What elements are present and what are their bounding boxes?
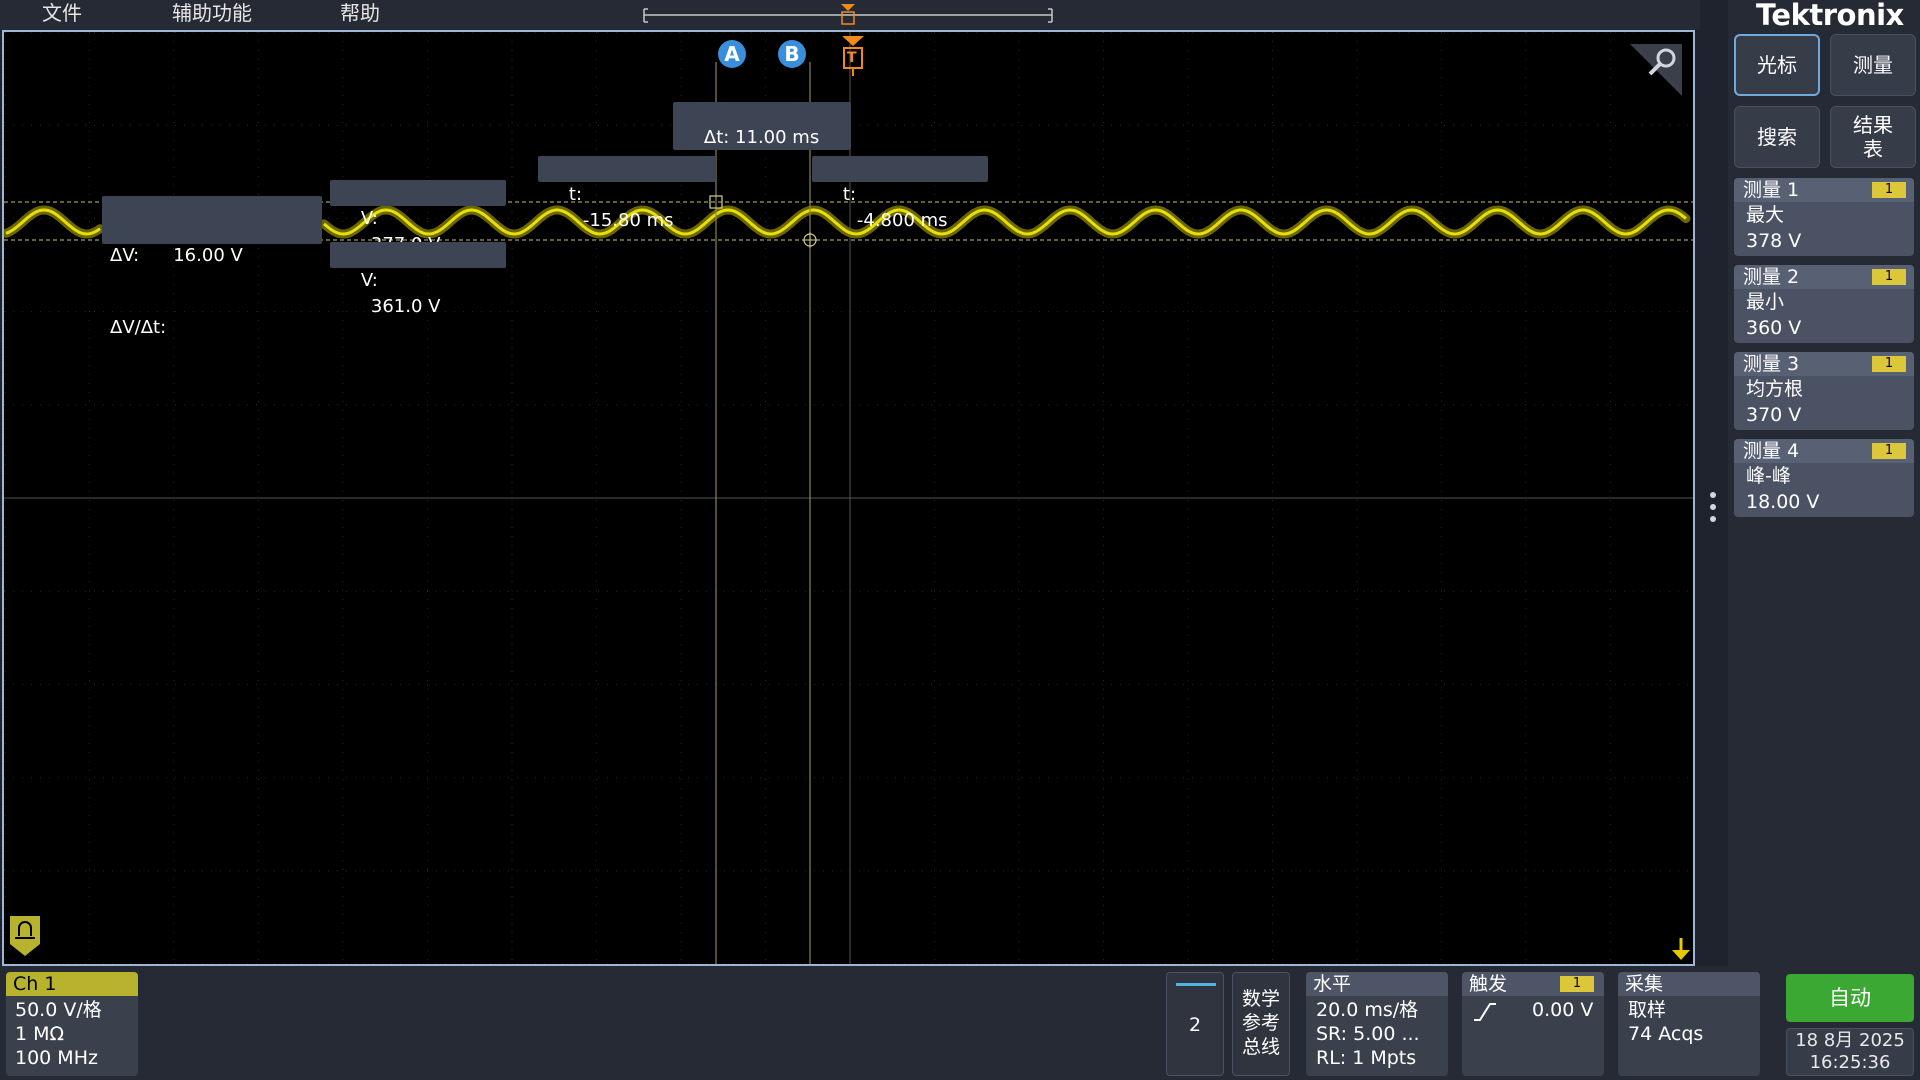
search-button[interactable]: 搜索 — [1734, 106, 1820, 168]
acquisition-badge[interactable]: 采集 取样 74 Acqs — [1618, 972, 1760, 1076]
measurement-2-badge[interactable]: 测量 2 1 最小 360 V — [1734, 265, 1914, 343]
channel1-title: Ch 1 — [13, 973, 57, 995]
horizontal-badge[interactable]: 水平 20.0 ms/格 SR: 5.00 ... RL: 1 Mpts — [1306, 972, 1448, 1076]
waveform-display[interactable]: A B T Δt: 11.00 ms t: -15.80 ms t: -4.80… — [2, 30, 1695, 966]
cursor-lower-voltage-readout: V: 361.0 V — [330, 242, 506, 317]
horizontal-record-length: RL: 1 Mpts — [1316, 1047, 1417, 1069]
measurement-2-name: 最小 — [1746, 291, 1785, 313]
horizontal-title: 水平 — [1313, 973, 1352, 995]
menu-file[interactable]: 文件 — [42, 0, 82, 28]
measurement-1-value: 378 V — [1746, 230, 1802, 252]
trigger-badge[interactable]: 触发 1 0.00 V — [1462, 972, 1604, 1076]
delta-v-label: ΔV: — [110, 245, 140, 266]
measurement-4-name: 峰-峰 — [1746, 465, 1791, 487]
trigger-title: 触发 — [1469, 973, 1508, 995]
panel-drag-handle-icon[interactable] — [1708, 490, 1718, 526]
menu-help[interactable]: 帮助 — [340, 0, 380, 28]
measurement-3-title: 测量 3 — [1743, 353, 1800, 375]
trigger-level-arrow-icon[interactable] — [1668, 936, 1694, 962]
measurement-1-name: 最大 — [1746, 204, 1785, 226]
date-text: 18 8月 2025 — [1795, 1030, 1905, 1051]
results-table-label-2: 表 — [1863, 137, 1883, 161]
measurement-4-source: 1 — [1872, 443, 1906, 459]
results-table-button[interactable]: 结果 表 — [1830, 106, 1916, 168]
cursor-upper-voltage-readout: V: 377.0 V — [330, 180, 506, 255]
results-table-label-1: 结果 — [1853, 113, 1893, 137]
measurement-2-title: 测量 2 — [1743, 266, 1800, 288]
cursor-lower-voltage-value: 361.0 V — [370, 296, 441, 317]
cursor-b-time-value: -4.800 ms — [856, 210, 948, 231]
measurement-1-title: 测量 1 — [1743, 179, 1800, 201]
cursor-button[interactable]: 光标 — [1734, 34, 1820, 96]
menu-utility[interactable]: 辅助功能 — [172, 0, 252, 28]
measurement-4-badge[interactable]: 测量 4 1 峰-峰 18.00 V — [1734, 439, 1914, 517]
measure-button[interactable]: 测量 — [1830, 34, 1916, 96]
menu-bar: 文件 辅助功能 帮助 — [0, 0, 1700, 30]
acquisition-mode: 取样 — [1628, 999, 1667, 1021]
measurement-3-badge[interactable]: 测量 3 1 均方根 370 V — [1734, 352, 1914, 430]
measurement-3-value: 370 V — [1746, 404, 1802, 426]
delta-t-value: Δt: 11.00 ms — [703, 127, 820, 148]
cursor-a-time-label: t: — [568, 184, 583, 205]
measurement-3-name: 均方根 — [1746, 378, 1804, 400]
horizontal-scale: 20.0 ms/格 — [1316, 999, 1419, 1021]
datetime-display[interactable]: 18 8月 2025 16:25:36 — [1786, 1028, 1914, 1076]
measurement-1-badge[interactable]: 测量 1 1 最大 378 V — [1734, 178, 1914, 256]
math-label: 数学 — [1241, 988, 1280, 1010]
cursor-upper-voltage-label: V: — [360, 208, 378, 229]
channel2-color-bar — [1176, 983, 1216, 986]
trigger-label: T — [847, 50, 857, 66]
cursor-lower-voltage-label: V: — [360, 270, 378, 291]
trigger-position-marker[interactable]: T — [840, 32, 866, 82]
measurement-4-title: 测量 4 — [1743, 440, 1800, 462]
add-channel-2-label: 2 — [1188, 1014, 1202, 1036]
measurement-2-source: 1 — [1872, 269, 1906, 285]
cursor-a-time-value: -15.80 ms — [582, 210, 674, 231]
channel1-scale: 50.0 V/格 — [15, 999, 102, 1021]
delta-v-readout: ΔV: 16.00 V ΔV/Δt: — [102, 196, 322, 338]
channel1-offset-marker[interactable] — [8, 914, 42, 958]
add-channel-2-button[interactable]: 2 — [1166, 972, 1224, 1076]
measurement-3-source: 1 — [1872, 356, 1906, 372]
acquisition-count: 74 Acqs — [1628, 1023, 1704, 1045]
delta-v-dt-label: ΔV/Δt: — [110, 317, 167, 338]
delta-t-readout: Δt: 11.00 ms — [673, 102, 851, 150]
trigger-source: 1 — [1560, 976, 1594, 992]
zoom-icon[interactable] — [1626, 40, 1686, 96]
bus-label: 总线 — [1241, 1036, 1280, 1058]
channel1-bandwidth: 100 MHz — [15, 1047, 98, 1069]
math-ref-bus-button[interactable]: 数学 参考 总线 — [1232, 972, 1290, 1076]
measurement-1-source: 1 — [1872, 182, 1906, 198]
measurement-4-value: 18.00 V — [1746, 491, 1820, 513]
cursor-b-time-readout: t: -4.800 ms — [812, 156, 988, 231]
measurement-2-value: 360 V — [1746, 317, 1802, 339]
run-mode-button[interactable]: 自动 — [1786, 974, 1914, 1022]
cursor-a-time-readout: t: -15.80 ms — [538, 156, 716, 231]
ref-label: 参考 — [1241, 1012, 1280, 1034]
rising-edge-icon — [1474, 1003, 1496, 1021]
cursor-b-time-label: t: — [842, 184, 857, 205]
time-text: 16:25:36 — [1809, 1052, 1891, 1073]
horizontal-sample-rate: SR: 5.00 ... — [1316, 1023, 1420, 1045]
acquisition-title: 采集 — [1625, 973, 1664, 995]
record-view-indicator[interactable] — [640, 2, 1060, 28]
cursor-b-handle[interactable]: B — [778, 40, 806, 68]
brand-logo: Tektronix — [1756, 0, 1904, 32]
channel1-badge[interactable]: Ch 1 50.0 V/格 1 MΩ 100 MHz — [6, 972, 138, 1076]
trigger-level: 0.00 V — [1532, 999, 1594, 1021]
delta-v-value: 16.00 V — [173, 245, 243, 266]
cursor-a-handle[interactable]: A — [718, 40, 746, 68]
channel1-impedance: 1 MΩ — [15, 1023, 65, 1045]
